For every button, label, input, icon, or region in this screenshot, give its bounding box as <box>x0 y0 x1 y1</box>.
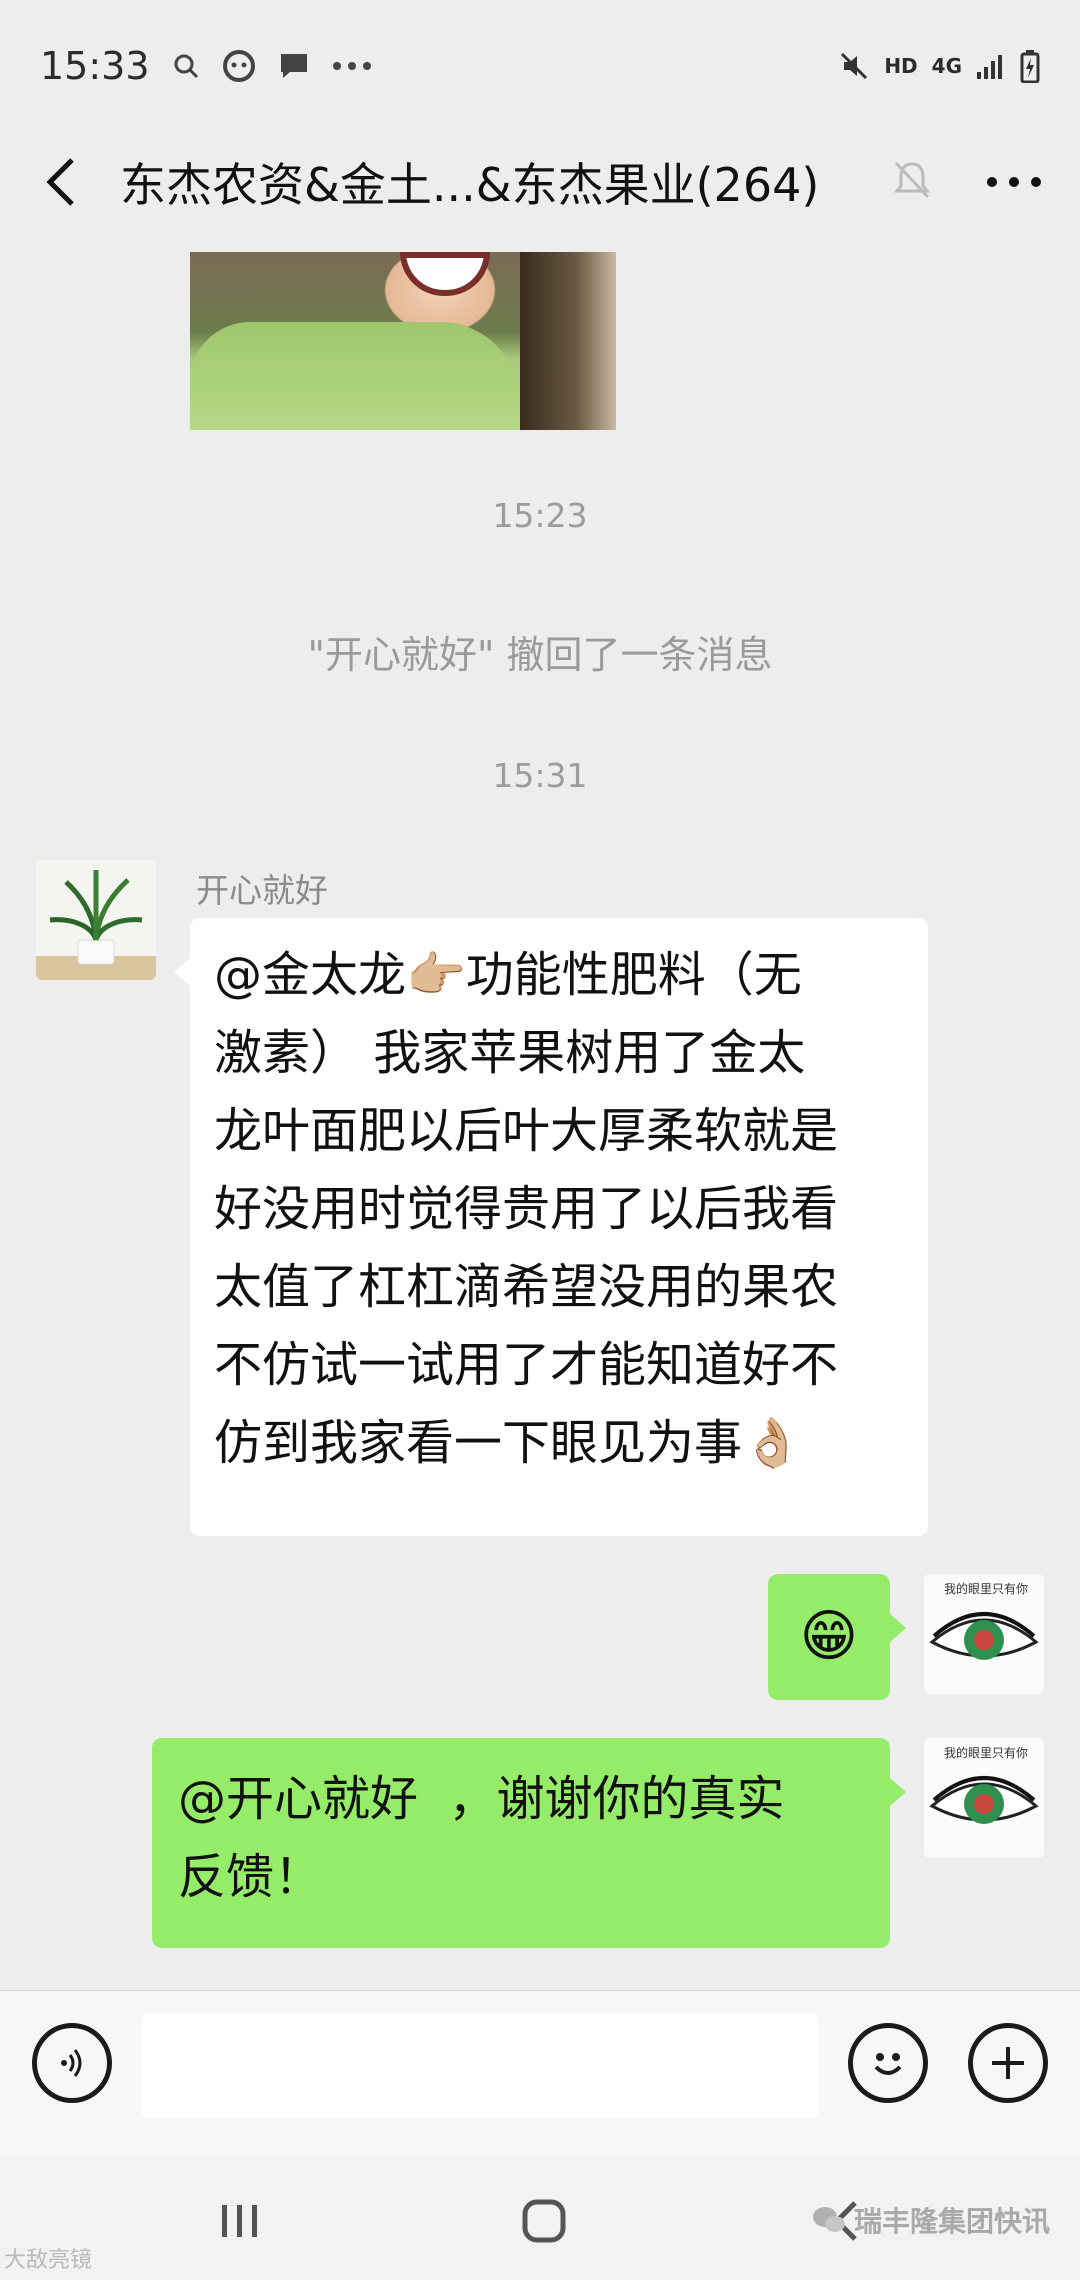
own-avatar[interactable]: 我的眼里只有你 <box>924 1574 1044 1694</box>
chevron-left-icon <box>46 158 74 206</box>
message-line: @开心就好 ，谢谢你的真实 <box>178 1771 785 1827</box>
more-options-button[interactable] <box>986 173 1042 192</box>
more-actions-button[interactable] <box>968 2023 1048 2103</box>
emoji-icon <box>874 2053 902 2075</box>
message-input[interactable] <box>142 2013 818 2119</box>
assistant-icon <box>222 49 256 83</box>
message-line: @金太龙👉🏼功能性肥料（无 <box>214 947 802 1003</box>
incoming-message-bubble[interactable]: @金太龙👉🏼功能性肥料（无 激素） 我家苹果树用了金太 龙叶面肥以后叶大厚柔软就… <box>174 918 928 1536</box>
sender-name: 开心就好 <box>196 871 328 910</box>
wechat-icon <box>812 2207 845 2232</box>
message-line: 仿到我家看一下眼见为事👌🏼 <box>214 1415 802 1471</box>
signal-icon <box>976 52 1006 80</box>
watermark-left: 大敌亮镜 <box>4 2248 93 2273</box>
photo-smile <box>400 252 490 296</box>
status-bar: 15:33 HD 4G <box>0 0 1080 132</box>
sender-avatar[interactable] <box>36 860 156 980</box>
status-time: 15:33 <box>40 44 150 88</box>
photo-shirt <box>190 322 520 430</box>
message-line: 龙叶面肥以后叶大厚柔软就是 <box>214 1103 839 1159</box>
home-icon <box>522 2199 566 2243</box>
mute-icon <box>838 50 870 82</box>
photo-hair <box>520 252 616 430</box>
mute-notifications-icon <box>892 159 932 205</box>
emoji-button[interactable] <box>848 2023 928 2103</box>
voice-input-button[interactable] <box>32 2023 112 2103</box>
timestamp: 15:31 <box>492 756 588 795</box>
chat-header: 东杰农资&金土...&东杰果业(264) <box>0 132 1080 232</box>
message-notification-icon <box>278 51 310 81</box>
outgoing-message-bubble[interactable]: @开心就好 ，谢谢你的真实 反馈！ <box>152 1738 906 1948</box>
more-notifications-icon <box>332 61 372 71</box>
watermark-right: 瑞丰隆集团快讯 <box>812 2200 1050 2240</box>
hd-label: HD <box>884 54 918 78</box>
message-line: 反馈！ <box>178 1849 323 1905</box>
shared-photo[interactable] <box>190 252 616 430</box>
own-avatar[interactable]: 我的眼里只有你 <box>924 1738 1044 1858</box>
recall-notice: "开心就好" 撤回了一条消息 <box>307 633 773 677</box>
watermark-right-text: 瑞丰隆集团快讯 <box>853 2205 1050 2238</box>
input-bar <box>0 1990 1080 2156</box>
message-line: 好没用时觉得贵用了以后我看 <box>214 1181 839 1237</box>
grin-emoji: 😁 <box>799 1604 859 1669</box>
network-type-label: 4G <box>931 54 962 78</box>
back-button[interactable] <box>0 132 120 232</box>
timestamp: 15:23 <box>492 496 588 535</box>
recents-icon <box>222 2205 257 2237</box>
outgoing-emoji-bubble[interactable]: 😁 <box>768 1574 906 1700</box>
message-line: 激素） 我家苹果树用了金太 <box>214 1025 806 1081</box>
chat-title: 东杰农资&金土...&东杰果业(264) <box>120 158 820 212</box>
battery-charging-icon <box>1020 49 1040 83</box>
plus-icon <box>992 2047 1024 2079</box>
recents-button[interactable] <box>200 2186 280 2256</box>
home-button[interactable] <box>504 2186 584 2256</box>
message-line: 不仿试一试用了才能知道好不 <box>214 1337 839 1393</box>
more-icon <box>987 176 1041 187</box>
message-line: 太值了杠杠滴希望没用的果农 <box>214 1259 839 1315</box>
voice-icon <box>61 2049 82 2077</box>
search-icon <box>172 52 200 80</box>
